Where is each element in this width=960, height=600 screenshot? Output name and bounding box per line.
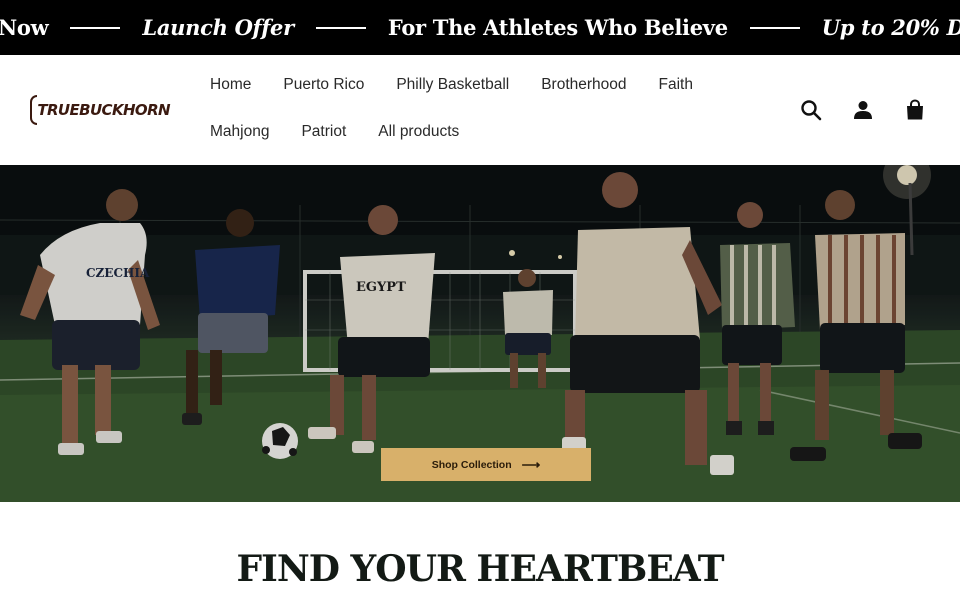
- announcement-track: Now Launch Offer For The Athletes Who Be…: [0, 0, 960, 55]
- site-header: TRUEBUCKHORN Home Puerto Rico Philly Bas…: [0, 55, 960, 165]
- hero-banner: CZECHIA EGYPT Shop Collection ⟶: [0, 165, 960, 502]
- section-title: FIND YOUR HEARTBEAT: [236, 548, 724, 590]
- announcement-bar: Now Launch Offer For The Athletes Who Be…: [0, 0, 960, 55]
- shop-collection-button[interactable]: Shop Collection ⟶: [381, 448, 591, 481]
- announcement-divider: [315, 26, 366, 29]
- logo-text: TRUEBUCKHORN: [37, 101, 170, 119]
- announcement-item: For The Athletes Who Believe: [387, 15, 728, 40]
- nav-link-mahjong[interactable]: Mahjong: [210, 122, 269, 142]
- nav-link-patriot[interactable]: Patriot: [301, 122, 346, 142]
- nav-link-all-products[interactable]: All products: [378, 122, 459, 142]
- nav-link-home[interactable]: Home: [210, 75, 251, 95]
- cart-icon[interactable]: [904, 99, 926, 121]
- nav-link-puerto-rico[interactable]: Puerto Rico: [283, 75, 364, 95]
- nav-row: Home Puerto Rico Philly Basketball Broth…: [210, 75, 725, 95]
- search-icon[interactable]: [800, 99, 822, 121]
- arrow-right-icon: ⟶: [521, 457, 541, 472]
- account-icon[interactable]: [852, 99, 874, 121]
- logo-swoosh: [30, 95, 38, 125]
- announcement-item: Launch Offer: [142, 15, 294, 40]
- announcement-divider: [70, 26, 121, 29]
- announcement-item: Up to 20% Discount: [821, 15, 960, 40]
- nav-link-faith[interactable]: Faith: [659, 75, 693, 95]
- nav-link-brotherhood[interactable]: Brotherhood: [541, 75, 626, 95]
- announcement-item: Now: [0, 15, 49, 40]
- nav-row: Mahjong Patriot All products: [210, 122, 491, 142]
- main-navigation: Home Puerto Rico Philly Basketball Broth…: [210, 55, 770, 165]
- brand-logo[interactable]: TRUEBUCKHORN: [30, 92, 171, 128]
- header-icons: [800, 99, 926, 121]
- shop-collection-label: Shop Collection: [431, 458, 512, 471]
- announcement-divider: [749, 26, 800, 29]
- nav-link-philly-basketball[interactable]: Philly Basketball: [396, 75, 509, 95]
